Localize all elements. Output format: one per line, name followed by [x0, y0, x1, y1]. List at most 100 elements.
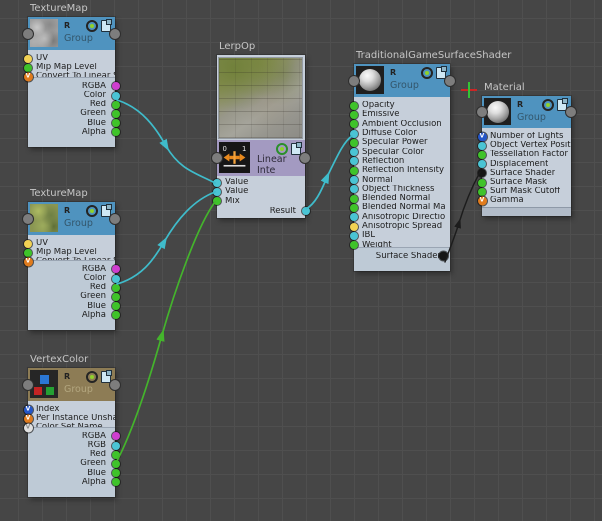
node-graph-canvas[interactable]: TextureMap RGroupUVMip Map LevelVConvert … — [0, 0, 602, 521]
output-port[interactable] — [111, 283, 120, 292]
header-left-port[interactable] — [23, 213, 33, 224]
header-right-port[interactable] — [110, 213, 120, 224]
input-port[interactable] — [477, 178, 486, 187]
clipboard-icon[interactable] — [436, 66, 447, 79]
output-port[interactable] — [111, 459, 120, 468]
node-texture-map-2[interactable]: RGroupUVMip Map LevelVConvert To Linear … — [23, 202, 120, 330]
render-target-icon[interactable] — [542, 99, 554, 111]
node-header[interactable]: R Group — [349, 64, 455, 97]
input-port[interactable] — [349, 138, 358, 147]
input-port[interactable] — [349, 176, 358, 185]
input-port[interactable] — [349, 120, 358, 129]
input-port[interactable] — [23, 239, 32, 248]
render-target-icon[interactable] — [86, 20, 98, 32]
input-port[interactable] — [477, 187, 486, 196]
render-target-icon[interactable] — [86, 205, 98, 217]
node-header[interactable]: R Group — [477, 96, 576, 128]
output-port[interactable] — [111, 265, 120, 274]
node-lerp-op[interactable]: 0 1 Linear Inte Value Value Mix Result — [212, 55, 310, 218]
header-left-port[interactable] — [477, 107, 487, 117]
header-left-port[interactable] — [212, 153, 222, 163]
input-row: Normal — [349, 175, 450, 185]
wire-texmap1-color-to-lerp-value1[interactable] — [116, 99, 216, 184]
header-left-port[interactable] — [23, 28, 33, 39]
input-port[interactable]: V — [23, 257, 33, 267]
output-port[interactable] — [111, 469, 120, 478]
node-texture-map-1[interactable]: RGroupUVMip Map LevelVConvert To Linear … — [23, 17, 120, 147]
wire-vertexcolor-red-to-lerp-mix[interactable] — [116, 201, 216, 462]
input-port[interactable] — [349, 129, 358, 138]
input-port[interactable] — [349, 213, 358, 222]
clipboard-icon[interactable] — [101, 204, 112, 217]
input-port[interactable]: V — [477, 132, 487, 142]
header-left-port[interactable] — [23, 379, 33, 390]
node-inputs: V Number of Lights Object Vertex Posit Tess… — [477, 128, 571, 206]
input-port[interactable] — [349, 166, 358, 175]
input-port[interactable] — [349, 110, 358, 119]
header-right-port[interactable] — [566, 107, 576, 117]
wire-texmap2-color-to-lerp-value2[interactable] — [116, 191, 216, 285]
clipboard-icon[interactable] — [291, 142, 302, 155]
input-port[interactable] — [23, 54, 32, 63]
output-port[interactable] — [111, 478, 120, 487]
input-port[interactable]: V — [477, 196, 487, 206]
render-target-icon[interactable] — [421, 67, 433, 79]
wire-surface-shader-to-material[interactable] — [444, 171, 481, 263]
header-right-port[interactable] — [300, 153, 310, 163]
header-right-port[interactable] — [110, 379, 120, 390]
input-port[interactable] — [212, 187, 221, 196]
output-port[interactable] — [111, 302, 120, 311]
output-port[interactable] — [111, 82, 120, 91]
output-port[interactable] — [111, 128, 120, 137]
output-port[interactable] — [111, 91, 120, 100]
input-port[interactable] — [477, 150, 486, 159]
output-port[interactable] — [111, 450, 120, 459]
node-material[interactable]: R Group V Number of Lights Object Vertex Pos… — [477, 96, 576, 216]
output-port[interactable] — [439, 251, 448, 261]
node-header[interactable]: R Group — [23, 202, 120, 235]
output-port[interactable] — [111, 274, 120, 283]
output-port[interactable] — [111, 100, 120, 109]
input-port[interactable] — [477, 160, 486, 169]
output-port[interactable] — [111, 432, 120, 441]
input-port[interactable] — [477, 141, 486, 150]
header-left-port[interactable] — [349, 75, 359, 86]
input-port[interactable] — [349, 194, 358, 203]
output-port[interactable] — [111, 119, 120, 128]
input-port[interactable]: V — [23, 423, 33, 433]
node-header[interactable]: 0 1 Linear Inte — [212, 140, 310, 176]
node-header[interactable]: R Group — [23, 368, 120, 401]
input-port[interactable]: V — [23, 72, 33, 82]
input-port[interactable] — [349, 157, 358, 166]
render-target-icon[interactable] — [276, 143, 288, 155]
output-port[interactable] — [111, 311, 120, 320]
input-port[interactable] — [349, 185, 358, 194]
input-port[interactable] — [23, 63, 32, 72]
input-port[interactable] — [212, 178, 221, 187]
input-port[interactable] — [349, 101, 358, 110]
clipboard-icon[interactable] — [101, 370, 112, 383]
output-port[interactable] — [111, 292, 120, 301]
input-port[interactable] — [349, 222, 358, 231]
input-port[interactable] — [23, 248, 32, 257]
output-port[interactable] — [301, 207, 310, 216]
output-port[interactable] — [111, 441, 120, 450]
node-vertex-color[interactable]: RGroupVIndexVPer Instance UnshaVColor Se… — [23, 368, 120, 497]
input-port[interactable] — [349, 231, 358, 240]
output-port[interactable] — [111, 109, 120, 118]
header-right-port[interactable] — [110, 28, 120, 39]
input-port[interactable] — [349, 203, 358, 212]
node-header[interactable]: R Group — [23, 17, 120, 50]
node-traditional-game-surface-shader[interactable]: R Group Opacity Emissive Ambient Occlusion Di… — [349, 64, 455, 271]
node-title-texture-map-1: TextureMap — [30, 3, 88, 14]
wire-lerp-result-to-diffuse-color[interactable] — [305, 135, 353, 210]
header-right-port[interactable] — [445, 75, 455, 86]
input-port[interactable] — [477, 169, 486, 178]
render-target-icon[interactable] — [86, 371, 98, 383]
clipboard-icon[interactable] — [101, 19, 112, 32]
input-port[interactable]: V — [23, 414, 33, 424]
input-port[interactable]: V — [23, 405, 33, 415]
input-port[interactable] — [349, 241, 358, 250]
input-port[interactable] — [212, 197, 221, 206]
input-port[interactable] — [349, 148, 358, 157]
